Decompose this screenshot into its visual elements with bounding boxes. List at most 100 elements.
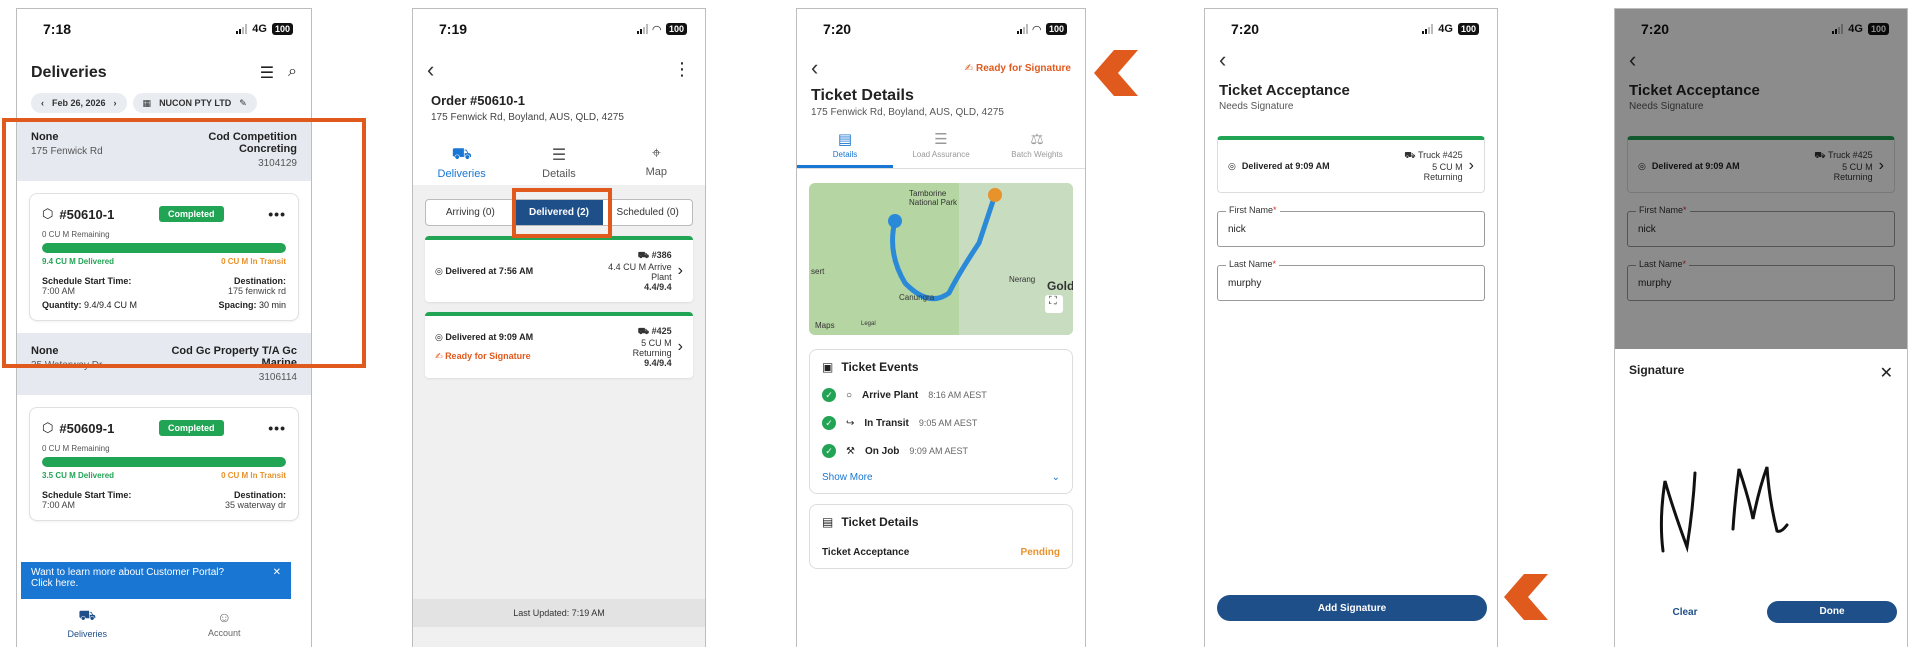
truck-icon: ⛟ <box>1404 150 1416 160</box>
clock: 7:20 <box>823 21 852 37</box>
more-icon[interactable]: ••• <box>268 420 286 436</box>
more-icon[interactable]: ••• <box>268 206 286 222</box>
back-icon[interactable]: ‹ <box>427 59 434 81</box>
last-updated: Last Updated: 7:19 AM <box>413 599 705 627</box>
close-icon[interactable]: ✕ <box>273 567 281 595</box>
map-label: Nerang <box>1009 275 1036 284</box>
back-icon[interactable]: ‹ <box>811 57 818 79</box>
expand-icon[interactable]: ⛶ <box>1049 295 1057 308</box>
promo-banner[interactable]: Want to learn more about Customer Portal… <box>21 562 291 600</box>
nav-deliveries[interactable]: ⛟ Deliveries <box>67 607 107 639</box>
list-icon: ☰ <box>551 147 567 164</box>
edit-icon[interactable]: ✎ <box>239 98 247 109</box>
date-chip[interactable]: ‹ Feb 26, 2026 › <box>31 93 127 113</box>
progress-bar <box>42 457 286 467</box>
progress-bar <box>42 243 286 253</box>
order-number: #50610-1 <box>59 206 115 222</box>
pointer-arrow <box>1504 574 1548 620</box>
remaining-label: 0 CU M Remaining <box>42 230 110 239</box>
tab-load-assurance[interactable]: ☰ Load Assurance <box>893 126 989 168</box>
battery-icon: 100 <box>665 23 687 35</box>
check-icon: ✓ <box>822 444 836 458</box>
close-icon[interactable]: ✕ <box>1880 363 1893 383</box>
delivery-summary-card[interactable]: ◎ Delivered at 9:09 AM ⛟ Truck #425 5 CU M… <box>1217 136 1485 193</box>
done-button[interactable]: Done <box>1767 601 1897 623</box>
signal-icon <box>636 24 648 34</box>
delivery-card[interactable]: ⬡ #50609-1 Completed ••• 0 CU M Remaining… <box>29 407 299 521</box>
truck-icon: ⛟ <box>637 250 650 260</box>
pointer-arrow <box>1094 50 1138 96</box>
ticket-card[interactable]: ◎ Delivered at 7:56 AM ⛟ #386 4.4 CU M Ar… <box>425 236 693 302</box>
signal-icon <box>1422 24 1434 34</box>
truck-icon: ⛟ <box>637 326 650 336</box>
battery-icon: 100 <box>1045 23 1067 35</box>
page-subtitle: Needs Signature <box>1219 101 1294 112</box>
chevron-right-icon: › <box>1468 157 1474 174</box>
segment-delivered[interactable]: Delivered (2) <box>514 200 604 225</box>
target-icon: ◎ <box>435 332 443 342</box>
list-icon: ☰ <box>934 131 948 148</box>
signature-pad[interactable] <box>1645 459 1805 559</box>
add-signature-button[interactable]: Add Signature <box>1217 595 1487 621</box>
ready-for-signature-button[interactable]: Ready for Signature <box>976 63 1071 74</box>
tab-details[interactable]: ☰ Details <box>510 141 607 189</box>
check-icon: ✓ <box>822 388 836 402</box>
nav-account[interactable]: ☺ Account <box>208 609 241 638</box>
transit-icon: ↪ <box>846 417 855 429</box>
signature-icon: ✍ <box>435 351 443 361</box>
clear-button[interactable]: Clear <box>1625 607 1745 618</box>
ticket-details-screen: 7:20 ◠ 100 ‹ ✍ Ready for Signature Ticket… <box>796 8 1086 647</box>
chevron-right-icon[interactable]: › <box>114 98 117 108</box>
search-icon[interactable]: ⌕ <box>288 63 297 83</box>
bottom-nav: ⛟ Deliveries ☺ Account <box>17 599 291 647</box>
delivery-card[interactable]: ⬡ #50610-1 Completed ••• 0 CU M Remaining… <box>29 193 299 321</box>
date-label: Feb 26, 2026 <box>52 98 106 108</box>
clock: 7:19 <box>439 21 468 37</box>
truck-icon: ⛟ <box>451 146 472 163</box>
battery-icon: 100 <box>271 23 293 35</box>
check-icon: ✓ <box>822 416 836 430</box>
route-map[interactable]: Tamborine National Park Nerang Canungra … <box>809 183 1073 335</box>
more-vertical-icon[interactable]: ⋮ <box>673 59 691 81</box>
first-name-field[interactable]: First Name* nick <box>1217 205 1485 247</box>
chevron-right-icon: › <box>677 338 683 355</box>
page-title: Deliveries <box>31 64 107 81</box>
tab-deliveries[interactable]: ⛟ Deliveries <box>413 141 511 189</box>
target-icon: ◎ <box>435 265 443 276</box>
company-chip[interactable]: ▦ NUCON PTY LTD ✎ <box>132 93 257 113</box>
signal-icon <box>236 24 248 34</box>
page-title: Ticket Acceptance <box>1219 82 1350 99</box>
truck-icon: ⛟ <box>78 607 97 623</box>
circle-icon: ○ <box>846 389 853 401</box>
tab-map[interactable]: ⌖ Map <box>608 141 705 189</box>
wifi-icon: ◠ <box>652 23 661 36</box>
back-icon[interactable]: ‹ <box>1219 47 1226 72</box>
filter-icon[interactable]: ☰ <box>260 63 274 83</box>
segment-arriving[interactable]: Arriving (0) <box>426 200 515 225</box>
segment-scheduled[interactable]: Scheduled (0) <box>603 200 692 225</box>
tools-icon: ⚒ <box>846 445 855 457</box>
map-label: Canungra <box>899 293 935 302</box>
delivered-label: 3.5 CU M Delivered <box>42 471 115 480</box>
package-icon: ⬡ <box>42 420 54 435</box>
in-transit-label: 0 CU M In Transit <box>221 257 286 266</box>
map-legal-link[interactable]: Legal <box>861 321 876 327</box>
ticket-acceptance-screen: 7:20 4G 100 ‹ Ticket Acceptance Needs Sig… <box>1204 8 1498 647</box>
show-more-button[interactable]: Show More ⌄ <box>822 472 1060 483</box>
tab-batch-weights[interactable]: ⚖ Batch Weights <box>989 126 1085 168</box>
pin-icon: ⌖ <box>651 145 661 162</box>
chevron-left-icon[interactable]: ‹ <box>41 98 44 108</box>
document-icon: ▤ <box>837 131 853 148</box>
clock: 7:18 <box>43 21 72 37</box>
chevron-right-icon: › <box>677 262 683 279</box>
sheet-title: Signature <box>1629 363 1685 377</box>
last-name-field[interactable]: Last Name* murphy <box>1217 259 1485 301</box>
ticket-card[interactable]: ◎ Delivered at 9:09 AM ✍ Ready for Signa… <box>425 312 693 378</box>
tab-details[interactable]: ▤ Details <box>797 126 893 168</box>
order-screen: 7:19 ◠ 100 ‹ ⋮ Order #50610-1 175 Fenwick… <box>412 8 706 647</box>
order-address: 175 Fenwick Rd, Boyland, AUS, QLD, 4275 <box>431 112 624 123</box>
receipt-icon: ▤ <box>822 515 834 529</box>
order-title: Order #50610-1 <box>431 93 525 108</box>
page-title: Ticket Details <box>811 87 914 104</box>
signature-icon: ✍ <box>964 62 974 74</box>
